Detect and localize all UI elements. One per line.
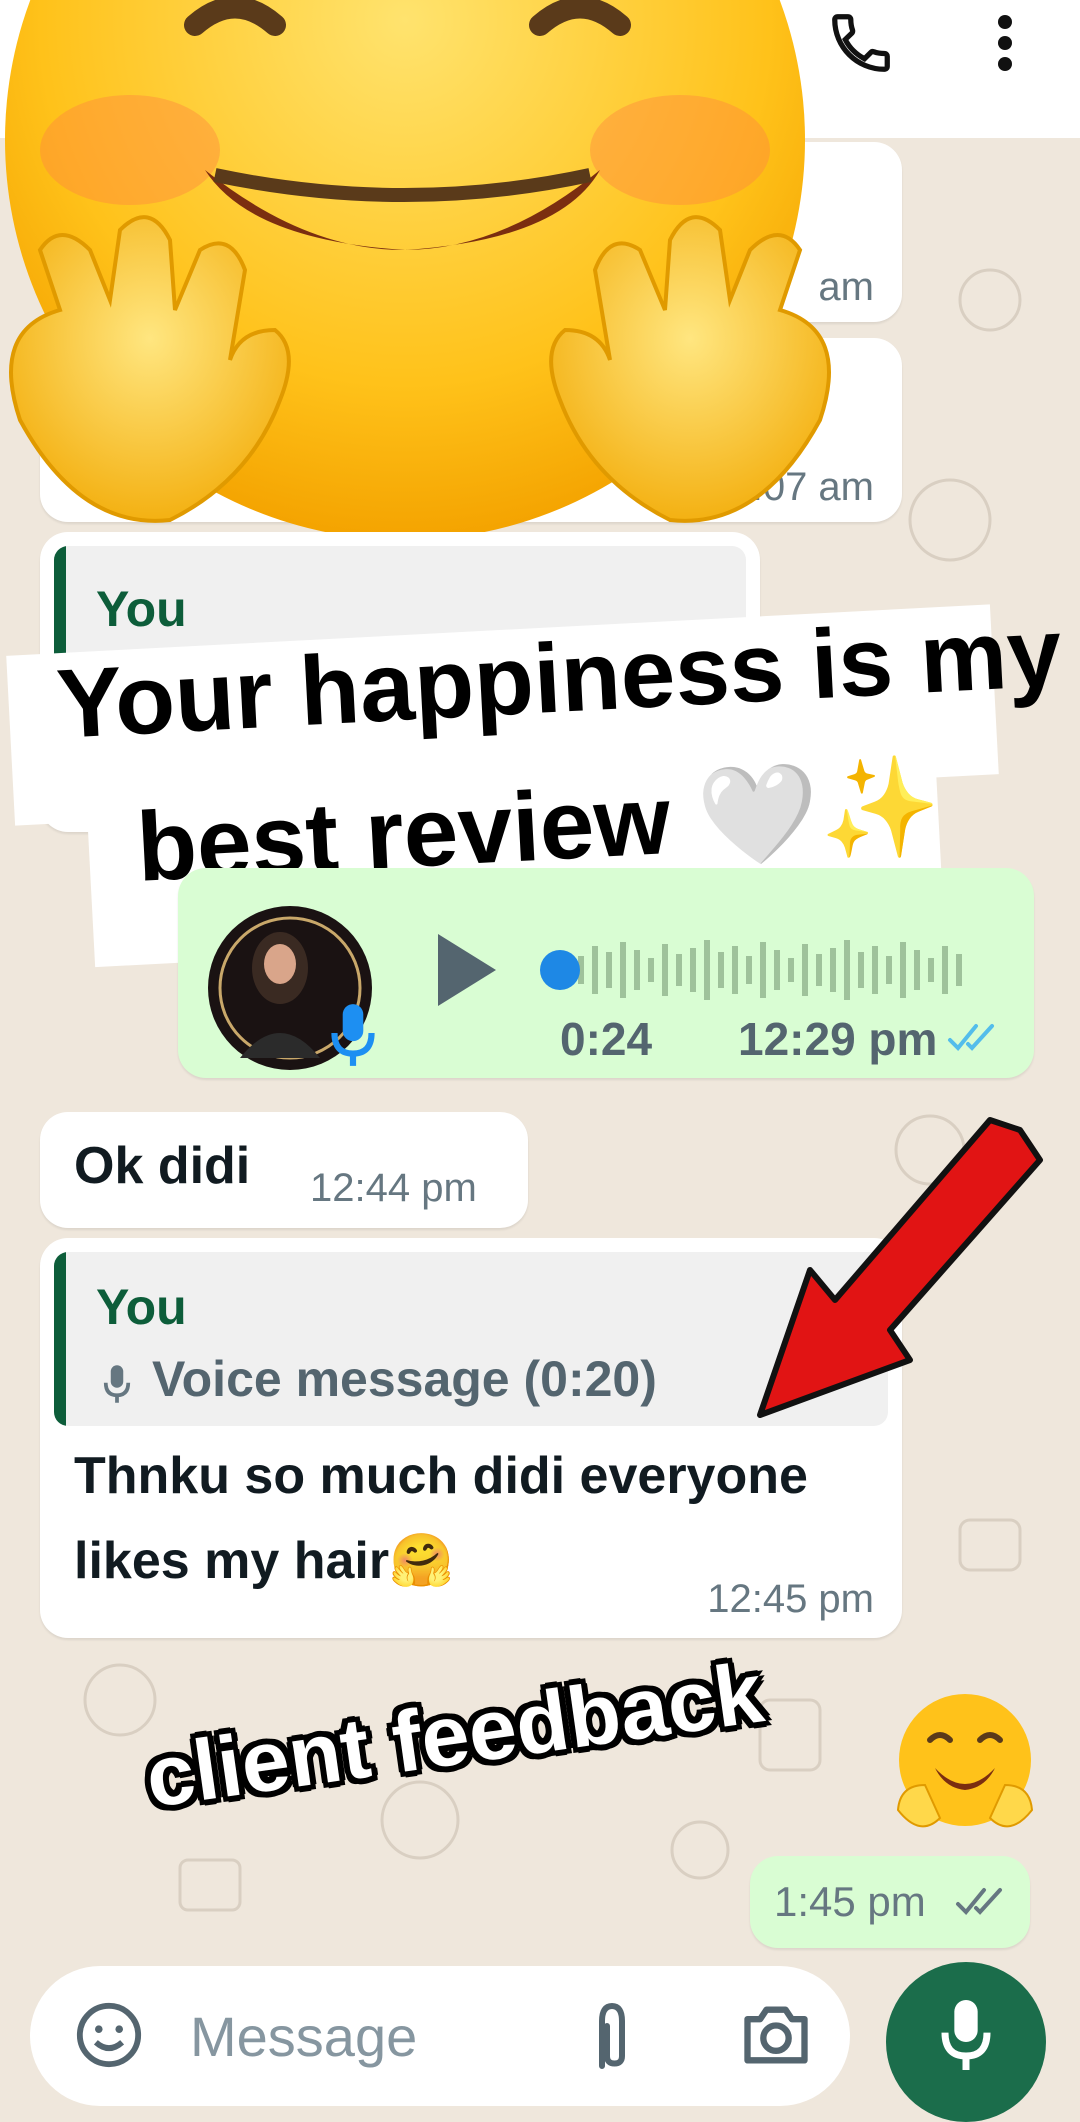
quote-sender-name: You xyxy=(96,1279,187,1335)
read-receipt-icon xyxy=(948,1024,994,1051)
hugging-face-emoji-sticker xyxy=(5,0,831,540)
quote-accent-bar xyxy=(54,1252,66,1426)
message-text-line2: likes my hair🤗 xyxy=(74,1532,454,1590)
message-input-bar[interactable]: Message xyxy=(30,1966,850,2106)
message-bubble-incoming-5[interactable]: Ok didi 12:44 pm xyxy=(40,1112,528,1228)
message-time: 1:45 pm xyxy=(774,1878,926,1925)
message-time: 12:44 pm xyxy=(310,1166,477,1210)
red-arrow-annotation xyxy=(757,1117,1043,1418)
message-time: 12:29 pm xyxy=(738,1013,938,1065)
message-text-line1: Thnku so much didi everyone xyxy=(74,1447,808,1505)
quote-sender-name: You xyxy=(96,581,187,637)
play-icon[interactable] xyxy=(432,930,502,1010)
more-vertical-icon[interactable] xyxy=(990,10,1020,80)
message-time: 12:45 pm xyxy=(707,1577,874,1621)
message-bubble-outgoing-7[interactable]: 1:45 pm xyxy=(750,1856,1030,1948)
attach-icon[interactable] xyxy=(582,1996,642,2076)
voice-message-bubble[interactable]: 0:24 12:29 pm xyxy=(178,868,1034,1078)
emoji-icon[interactable] xyxy=(74,2000,144,2070)
microphone-icon xyxy=(331,1004,375,1066)
message-input-placeholder[interactable]: Message xyxy=(190,2004,417,2069)
read-receipt-icon xyxy=(956,1888,1002,1915)
hugging-face-emoji-sticker xyxy=(896,1694,1034,1828)
quote-text: Voice message (0:20) xyxy=(152,1351,657,1407)
camera-icon[interactable] xyxy=(738,2000,814,2070)
voice-waveform[interactable] xyxy=(538,928,998,1012)
message-text: Ok didi xyxy=(74,1137,251,1195)
record-voice-button[interactable] xyxy=(886,1962,1046,2122)
microphone-icon xyxy=(941,2000,991,2070)
microphone-icon xyxy=(103,1365,131,1403)
voice-duration: 0:24 xyxy=(560,1013,653,1065)
